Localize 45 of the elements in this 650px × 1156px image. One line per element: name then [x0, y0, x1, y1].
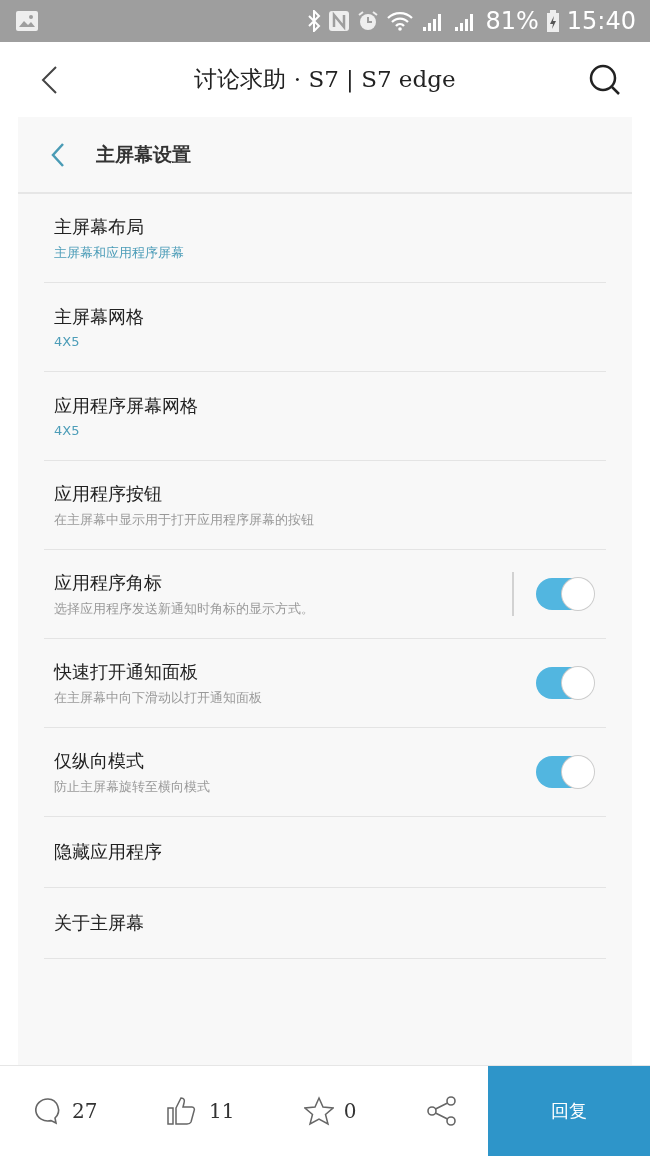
setting-title: 关于主屏幕	[54, 911, 145, 935]
battery-charging-icon	[546, 10, 559, 32]
favorite-button[interactable]: 0	[303, 1096, 357, 1126]
setting-title: 仅纵向模式	[54, 748, 145, 773]
wifi-icon	[387, 11, 414, 31]
setting-row[interactable]: 应用程序按钮 在主屏幕中显示用于打开应用程序屏幕的按钮	[44, 461, 606, 550]
image-icon	[16, 11, 38, 31]
toggle-switch[interactable]	[536, 756, 594, 788]
setting-row[interactable]: 仅纵向模式 防止主屏幕旋转至横向模式	[44, 728, 606, 817]
page-title: 讨论求助 · S7 | S7 edge	[193, 65, 457, 95]
setting-row[interactable]: 应用程序屏幕网格 4X5	[44, 372, 606, 461]
nfc-icon	[329, 11, 350, 31]
setting-row[interactable]: 主屏幕网格 4X5	[44, 283, 606, 372]
like-button[interactable]: 11	[166, 1096, 235, 1126]
toggle-switch[interactable]	[536, 667, 594, 699]
bluetooth-icon	[307, 10, 322, 32]
speech-bubble-icon	[34, 1097, 62, 1125]
star-icon	[303, 1096, 334, 1126]
setting-value: 4X5	[54, 423, 81, 438]
setting-row[interactable]: 主屏幕布局 主屏幕和应用程序屏幕	[44, 194, 606, 283]
setting-description: 选择应用程序发送新通知时角标的显示方式。	[54, 599, 315, 618]
setting-description: 防止主屏幕旋转至横向模式	[54, 777, 211, 796]
setting-title: 应用程序角标	[54, 570, 163, 595]
setting-row[interactable]: 隐藏应用程序	[44, 817, 606, 888]
setting-title: 主屏幕网格	[54, 305, 145, 329]
setting-title: 应用程序屏幕网格	[54, 394, 199, 418]
setting-row[interactable]: 快速打开通知面板 在主屏幕中向下滑动以打开通知面板	[44, 639, 606, 728]
toggle-switch[interactable]	[536, 578, 594, 610]
setting-description: 在主屏幕中向下滑动以打开通知面板	[54, 688, 263, 707]
comment-button[interactable]: 27	[34, 1097, 98, 1125]
setting-title: 隐藏应用程序	[54, 840, 163, 864]
clock-time: 15:40	[566, 7, 636, 35]
setting-description: 在主屏幕中显示用于打开应用程序屏幕的按钮	[54, 510, 315, 529]
setting-title: 快速打开通知面板	[54, 659, 199, 684]
setting-title: 主屏幕布局	[54, 214, 145, 239]
setting-title: 应用程序按钮	[54, 481, 163, 506]
share-button[interactable]	[426, 1095, 458, 1127]
setting-row[interactable]: 关于主屏幕	[44, 888, 606, 959]
alarm-clock-icon	[357, 10, 380, 32]
setting-value: 4X5	[54, 334, 81, 349]
battery-percentage: 81%	[485, 7, 539, 35]
settings-title: 主屏幕设置	[96, 141, 191, 167]
setting-value: 主屏幕和应用程序屏幕	[54, 243, 185, 262]
search-button[interactable]	[588, 62, 622, 97]
setting-row[interactable]: 应用程序角标 选择应用程序发送新通知时角标的显示方式。	[44, 550, 606, 639]
